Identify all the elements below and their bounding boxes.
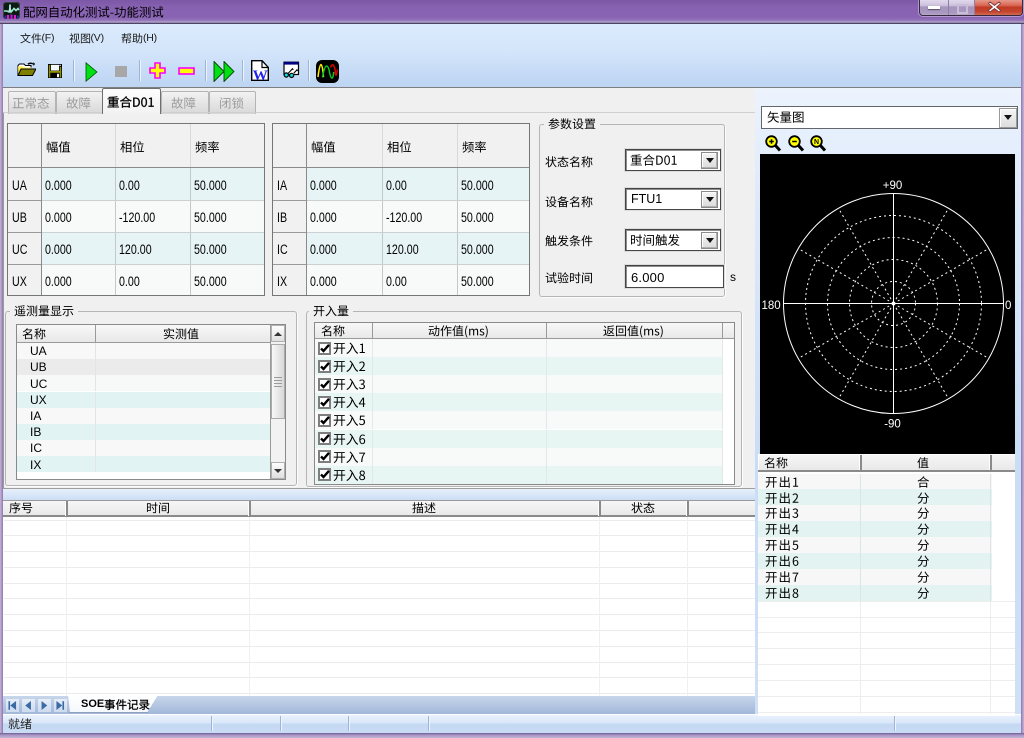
svg-text:+90: +90: [883, 180, 903, 192]
svg-text:N: N: [813, 139, 818, 146]
svg-text:0: 0: [1005, 300, 1011, 312]
svg-text:-90: -90: [884, 419, 901, 431]
svg-text:180: 180: [762, 300, 781, 312]
svg-text:W: W: [253, 68, 268, 81]
